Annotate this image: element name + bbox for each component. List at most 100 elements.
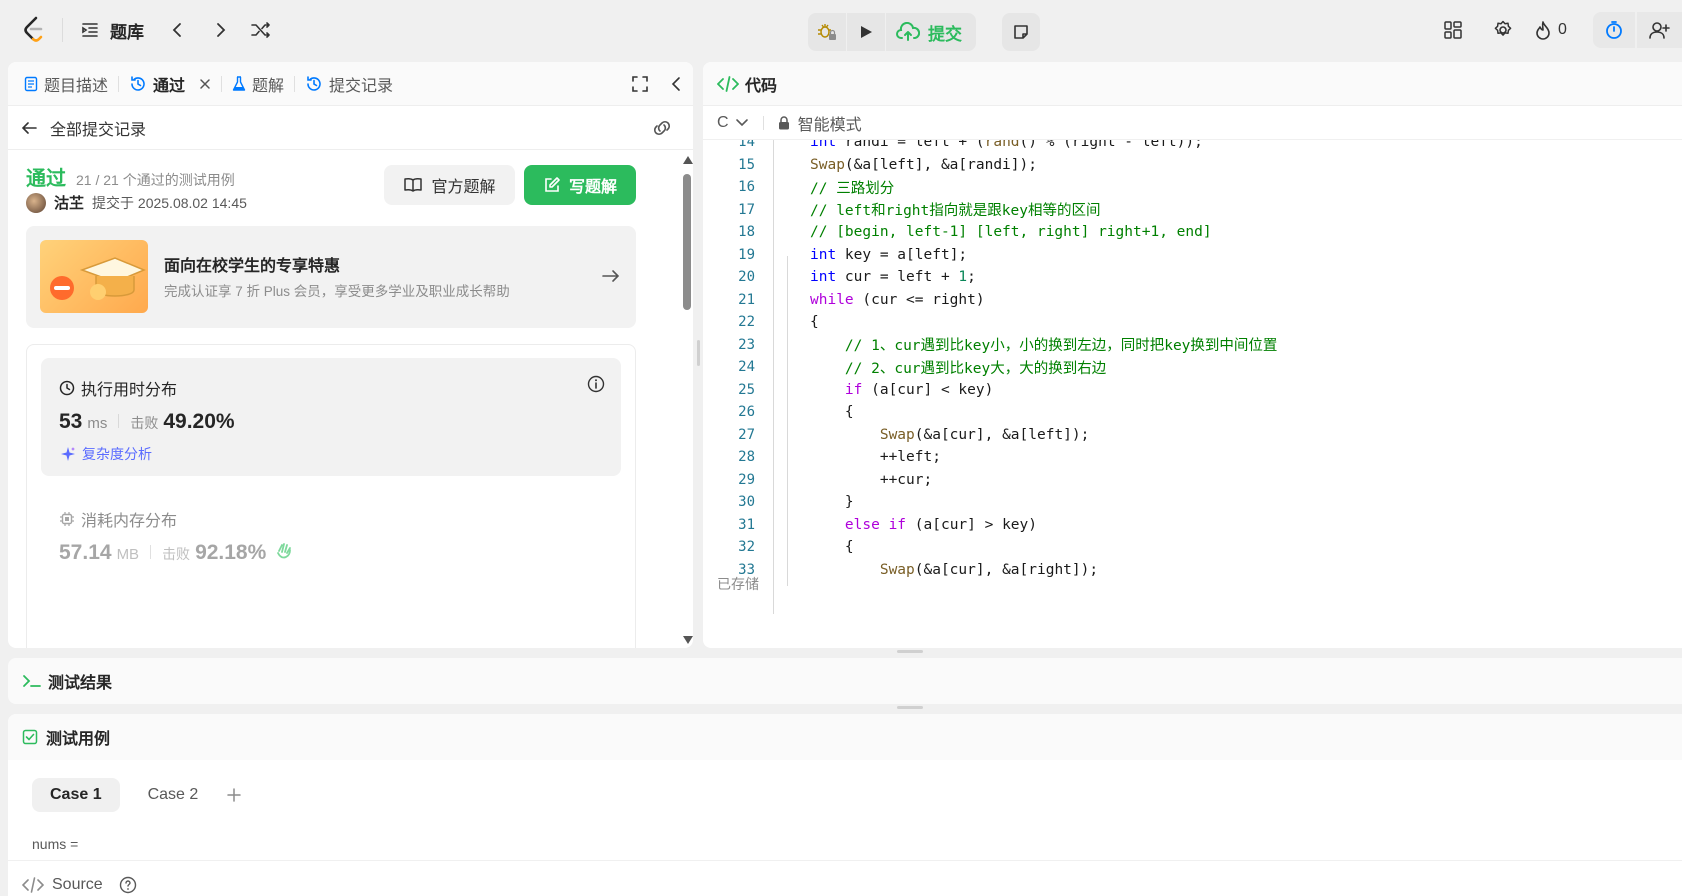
code-text: { — [810, 404, 854, 421]
code-line[interactable]: 16 // 三路划分 — [703, 176, 894, 199]
submit-button[interactable]: 提交 — [886, 13, 976, 51]
language-select[interactable]: C — [717, 114, 749, 132]
next-problem-button[interactable] — [206, 12, 234, 48]
test-result-header: 测试结果 — [8, 658, 1682, 704]
horizontal-splitter[interactable] — [897, 706, 923, 709]
runtime-section[interactable]: 执行用时分布 53 ms 击败 49.20% 复杂度分析 — [41, 358, 621, 476]
code-line[interactable]: 20 int cur = left + 1; — [703, 266, 976, 289]
invite-button[interactable] — [1637, 12, 1682, 48]
code-line[interactable]: 22 { — [703, 311, 819, 334]
streak-count: 0 — [1558, 21, 1567, 38]
add-case-icon[interactable] — [226, 787, 242, 803]
source-label[interactable]: Source — [52, 876, 103, 894]
test-result-panel[interactable]: 测试结果 — [8, 658, 1682, 704]
leetcode-logo-icon[interactable] — [20, 14, 48, 46]
code-line[interactable]: 29 ++cur; — [703, 469, 932, 492]
code-line[interactable]: 18 // [begin, left-1] [left, right] right… — [703, 221, 1211, 244]
code-line[interactable]: 25 if (a[cur] < key) — [703, 379, 993, 402]
collapse-panel-icon[interactable] — [668, 75, 686, 93]
code-line[interactable]: 24 // 2、cur遇到比key大，大的换到右边 — [703, 356, 1106, 379]
all-submissions-link[interactable]: 全部提交记录 — [50, 116, 146, 140]
code-line[interactable]: 21 while (cur <= right) — [703, 289, 984, 312]
clap-hands-icon — [275, 541, 293, 559]
debug-button[interactable] — [808, 13, 846, 51]
random-problem-button[interactable] — [246, 12, 276, 48]
scroll-down-arrow[interactable] — [683, 636, 693, 644]
code-icon — [717, 75, 739, 93]
prev-problem-button[interactable] — [164, 12, 192, 48]
tab-description[interactable]: 题目描述 — [14, 62, 118, 106]
student-promo-card[interactable]: 面向在校学生的专享特惠 完成认证享 7 折 Plus 会员，享受更多学业及职业成… — [26, 226, 636, 328]
clock-icon — [59, 380, 75, 396]
vertical-splitter[interactable] — [697, 340, 700, 366]
case-tab-1[interactable]: Case 1 — [32, 778, 120, 812]
left-panel: 题目描述 通过 题解 提交记录 全部提交记录 通过 21 / 21 个通过的测试… — [8, 62, 693, 648]
code-line[interactable]: 23 // 1、cur遇到比key小，小的换到左边，同时把key换到中间位置 — [703, 334, 1277, 357]
avatar[interactable] — [26, 192, 46, 213]
promo-subtitle: 完成认证享 7 折 Plus 会员，享受更多学业及职业成长帮助 — [164, 284, 510, 299]
smart-mode-label[interactable]: 智能模式 — [798, 111, 862, 135]
problem-list-label: 题库 — [110, 22, 144, 42]
info-icon[interactable] — [587, 375, 605, 393]
runtime-beat-label: 击败 — [130, 415, 159, 431]
source-row: Source — [22, 876, 137, 894]
left-scrollbar[interactable] — [682, 154, 693, 646]
help-icon[interactable] — [119, 876, 137, 894]
settings-button[interactable] — [1488, 12, 1518, 48]
write-solution-button[interactable]: 写题解 — [524, 165, 636, 205]
scroll-up-arrow[interactable] — [683, 156, 693, 164]
status-row: 通过 21 / 21 个通过的测试用例 — [26, 162, 235, 191]
official-solution-label: 官方题解 — [431, 179, 496, 196]
tab-solutions[interactable]: 题解 — [222, 62, 294, 106]
code-line[interactable]: 27 Swap(&a[cur], &a[left]); — [703, 424, 1089, 447]
write-solution-label: 写题解 — [568, 179, 617, 196]
code-line[interactable]: 31 else if (a[cur] > key) — [703, 514, 1037, 537]
gear-icon — [1493, 20, 1513, 40]
link-icon[interactable] — [651, 119, 673, 137]
run-button[interactable] — [847, 13, 885, 51]
gutter-line — [773, 140, 774, 614]
code-text: Swap(&a[cur], &a[left]); — [879, 426, 1090, 443]
runtime-title: 执行用时分布 — [81, 382, 178, 399]
arrow-left-icon[interactable] — [20, 119, 38, 137]
problem-list-button[interactable]: 题库 — [76, 12, 148, 48]
code-line[interactable]: 26 { — [703, 401, 854, 424]
saved-status: 已存储 — [717, 576, 759, 592]
code-line[interactable]: 14 int randi = left + (rand() % (right - … — [703, 140, 1203, 154]
notes-button[interactable] — [1002, 13, 1040, 51]
streak-button[interactable]: 0 — [1534, 12, 1567, 48]
code-line[interactable]: 30 } — [703, 491, 854, 514]
line-number: 24 — [738, 359, 755, 376]
tab-accepted[interactable]: 通过 — [119, 62, 221, 106]
code-text: // 2、cur遇到比key大，大的换到右边 — [810, 360, 1107, 377]
code-line[interactable]: 32 { — [703, 536, 854, 559]
official-solution-button[interactable]: 官方题解 — [384, 165, 515, 205]
runtime-header: 执行用时分布 — [59, 376, 177, 400]
code-line[interactable]: 28 ++left; — [703, 446, 941, 469]
code-line[interactable]: 17 // left和right指向就是跟key相等的区间 — [703, 199, 1100, 222]
tab-submissions-label: 提交记录 — [329, 77, 394, 95]
scroll-thumb[interactable] — [683, 174, 691, 310]
layout-button[interactable] — [1438, 12, 1468, 48]
code-line[interactable]: 19 int key = a[left]; — [703, 244, 967, 267]
divider — [62, 18, 63, 42]
complexity-analysis-link[interactable]: 复杂度分析 — [59, 444, 152, 464]
code-text: { — [810, 539, 854, 556]
indent-guide — [787, 256, 788, 586]
code-text: int cur = left + 1; — [810, 269, 976, 286]
line-number: 27 — [738, 426, 755, 443]
maximize-icon[interactable] — [631, 75, 649, 93]
code-line[interactable]: 15 Swap(&a[left], &a[randi]); — [703, 154, 1037, 177]
author-name[interactable]: 沽芏 — [54, 192, 84, 213]
line-number: 29 — [738, 471, 755, 488]
timer-button[interactable] — [1593, 12, 1635, 48]
close-icon[interactable] — [199, 78, 211, 90]
cloud-upload-icon — [896, 22, 920, 42]
tab-submissions[interactable]: 提交记录 — [295, 62, 403, 106]
code-editor[interactable]: 14 int randi = left + (rand() % (right - … — [703, 140, 1682, 614]
case-tab-2[interactable]: Case 2 — [130, 778, 217, 812]
code-text: Swap(&a[left], &a[randi]); — [810, 156, 1037, 173]
divider — [150, 545, 152, 559]
horizontal-splitter[interactable] — [897, 650, 923, 653]
memory-header[interactable]: 消耗内存分布 — [59, 507, 177, 531]
